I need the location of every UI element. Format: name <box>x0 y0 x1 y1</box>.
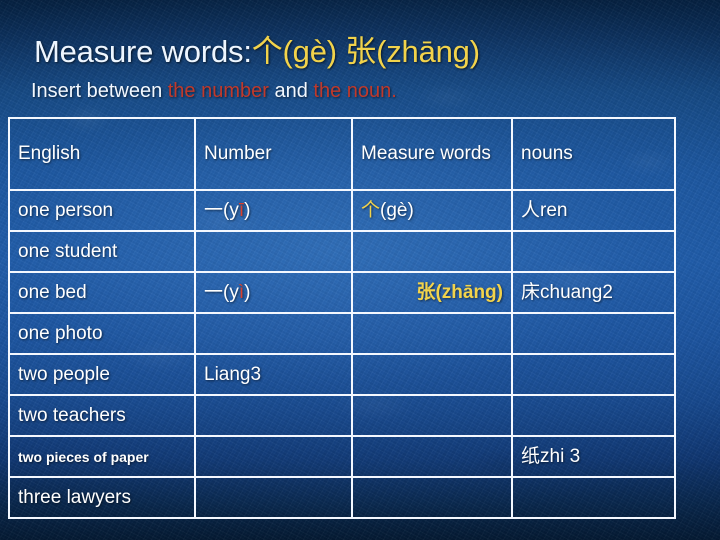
header-cell-english: English <box>8 117 196 191</box>
noun-pinyin: zhi 3 <box>540 446 581 467</box>
title-term1-character: 个 <box>251 34 283 70</box>
measure-pinyin: (gè) <box>380 200 414 221</box>
cell-noun: 人ren <box>511 189 676 232</box>
cell-noun <box>511 476 676 519</box>
cell-number: Liang3 <box>194 353 353 396</box>
noun-pinyin: chuang2 <box>540 282 613 303</box>
cell-english: two people <box>8 353 196 396</box>
cell-measure-word <box>351 230 513 273</box>
number-pinyin-close: ) <box>244 200 251 221</box>
cell-number: 一(yī) <box>194 189 353 232</box>
number-pinyin-close: ) <box>244 282 251 303</box>
slide-title: Measure words:个(gè) 张(zhāng) <box>34 33 694 71</box>
cell-noun: 纸zhi 3 <box>511 435 676 478</box>
table-row: one person 一(yī) 个(gè) 人ren <box>8 189 676 232</box>
number-pinyin-open: (y <box>223 282 239 303</box>
cell-english: two pieces of paper <box>8 435 196 478</box>
cell-number <box>194 394 353 437</box>
table-row: three lawyers <box>8 476 676 519</box>
cell-measure-word: 个(gè) <box>351 189 513 232</box>
title-prefix: Measure words: <box>34 34 252 69</box>
cell-noun: 床chuang2 <box>511 271 676 314</box>
measure-character: 个 <box>361 199 381 221</box>
cell-measure-word <box>351 435 513 478</box>
cell-measure-word <box>351 353 513 396</box>
noun-character: 人 <box>521 199 541 221</box>
header-cell-nouns: nouns <box>511 117 676 191</box>
measure-words-table: English Number Measure words nouns one p… <box>8 117 676 519</box>
number-character: 一 <box>204 281 224 303</box>
cell-measure-word <box>351 476 513 519</box>
cell-number: 一(yì) <box>194 271 353 314</box>
measure-character: 张 <box>416 281 436 303</box>
subtitle-part3: . <box>391 80 397 102</box>
cell-noun <box>511 394 676 437</box>
measure-pinyin: (zhāng) <box>435 282 503 303</box>
subtitle-highlight-noun: the noun <box>313 80 392 102</box>
table-row: two pieces of paper 纸zhi 3 <box>8 435 676 478</box>
table-row: one photo <box>8 312 676 355</box>
cell-english: two teachers <box>8 394 196 437</box>
cell-english: one student <box>8 230 196 273</box>
table-row: two people Liang3 <box>8 353 676 396</box>
cell-english: one photo <box>8 312 196 355</box>
cell-english: one bed <box>8 271 196 314</box>
cell-english: one person <box>8 189 196 232</box>
cell-number <box>194 476 353 519</box>
cell-noun <box>511 312 676 355</box>
number-pinyin-open: (y <box>223 200 239 221</box>
cell-noun <box>511 230 676 273</box>
noun-pinyin: ren <box>540 200 568 221</box>
table-row: two teachers <box>8 394 676 437</box>
cell-noun <box>511 353 676 396</box>
subtitle-part1: Insert between <box>31 80 168 102</box>
number-pinyin-open: Liang3 <box>204 364 262 385</box>
cell-english: three lawyers <box>8 476 196 519</box>
cell-number <box>194 312 353 355</box>
table-header-row: English Number Measure words nouns <box>8 117 676 191</box>
header-cell-measure-words: Measure words <box>351 117 513 191</box>
noun-character: 纸 <box>521 445 541 467</box>
cell-measure-word: 张(zhāng) <box>351 271 513 314</box>
title-term1-pinyin: (gè) <box>282 34 338 69</box>
cell-measure-word <box>351 312 513 355</box>
number-character: 一 <box>204 199 224 221</box>
slide-subtitle: Insert between the number and the noun. <box>31 79 691 103</box>
title-term2-pinyin: (zhāng) <box>376 34 480 69</box>
cell-number <box>194 435 353 478</box>
table-row: one student <box>8 230 676 273</box>
slide-canvas: Measure words:个(gè) 张(zhāng) Insert betw… <box>0 0 720 540</box>
header-cell-number: Number <box>194 117 353 191</box>
title-term2-character: 张 <box>345 34 377 70</box>
subtitle-part2: and <box>268 80 314 102</box>
subtitle-highlight-number: the number <box>167 80 269 102</box>
cell-measure-word <box>351 394 513 437</box>
cell-number <box>194 230 353 273</box>
noun-character: 床 <box>521 281 541 303</box>
table-row: one bed 一(yì) 张(zhāng) 床chuang2 <box>8 271 676 314</box>
